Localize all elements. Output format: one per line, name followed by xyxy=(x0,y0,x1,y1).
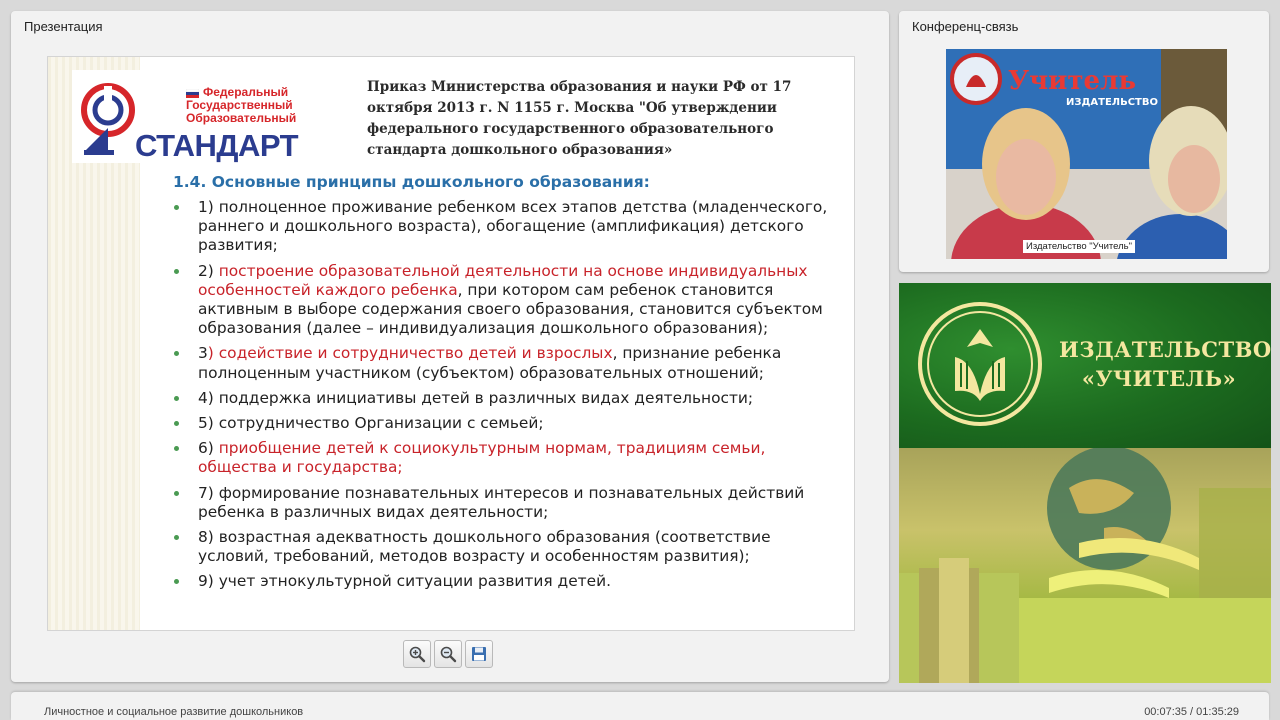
floppy-disk-icon xyxy=(472,647,486,661)
course-title: Личностное и социальное развитие дошколь… xyxy=(44,706,304,718)
list-item: 3) содействие и сотрудничество детей и в… xyxy=(173,344,833,382)
playback-time: 00:07:35 / 01:35:29 xyxy=(1144,706,1239,718)
list-item: 1) полноценное проживание ребенком всех … xyxy=(173,198,833,256)
player-footer: Личностное и социальное развитие дошколь… xyxy=(11,692,1269,720)
item-text: 7) формирование познавательных интересов… xyxy=(198,483,805,521)
publisher-name: ИЗДАТЕЛЬСТВО «УЧИТЕЛЬ» xyxy=(1059,335,1271,393)
item-text: 4) поддержка инициативы детей в различны… xyxy=(198,388,754,407)
list-item: 9) учет этнокультурной ситуации развития… xyxy=(173,572,833,591)
banner-green-area: ИЗДАТЕЛЬСТВО «УЧИТЕЛЬ» xyxy=(899,283,1271,448)
fgos-logo: Федеральный Государственный Образователь… xyxy=(72,70,312,163)
zoom-in-icon xyxy=(409,646,426,663)
principles-list: 1) полноценное проживание ребенком всех … xyxy=(173,198,833,598)
backdrop-subtext: ИЗДАТЕЛЬСТВО xyxy=(1066,97,1158,108)
list-item: 6) приобщение детей к социокультурным но… xyxy=(173,439,833,477)
list-item: 2) построение образовательной деятельнос… xyxy=(173,262,833,339)
slide-heading: Приказ Министерства образования и науки … xyxy=(367,79,792,158)
zoom-in-button[interactable] xyxy=(403,640,431,668)
publisher-name-line2: «УЧИТЕЛЬ» xyxy=(1081,366,1237,391)
fgos-emblem-icon xyxy=(81,83,135,155)
item-text: 8) возрастная адекватность дошкольного о… xyxy=(198,528,771,566)
item-text: 3 xyxy=(198,344,208,363)
video-feed[interactable]: Учитель ИЗДАТЕЛЬСТВО Издательство "Учите… xyxy=(946,49,1227,259)
backdrop-text: Учитель xyxy=(1008,66,1136,96)
conference-panel-title: Конференц-связь xyxy=(912,19,1019,34)
item-text: 1) полноценное проживание ребенком всех … xyxy=(198,198,828,255)
zoom-out-icon xyxy=(440,646,457,663)
video-label: Издательство "Учитель" xyxy=(1023,240,1136,253)
item-text: 2) xyxy=(198,261,219,280)
item-text: 6) xyxy=(198,439,219,458)
save-button[interactable] xyxy=(465,640,493,668)
books-globe-icon xyxy=(899,448,1271,683)
item-text: 9) учет этнокультурной ситуации развития… xyxy=(198,572,611,591)
presentation-panel: Презентация Федеральный Государственный … xyxy=(11,11,889,682)
zoom-out-button[interactable] xyxy=(434,640,462,668)
conference-panel: Конференц-связь Учитель ИЗДАТЕЛЬСТВО Изд… xyxy=(899,11,1269,272)
list-item: 7) формирование познавательных интересов… xyxy=(173,484,833,522)
item-text: 5) сотрудничество Организации с семьей; xyxy=(198,414,544,433)
banner-books-image xyxy=(899,448,1271,683)
publisher-name-line1: ИЗДАТЕЛЬСТВО xyxy=(1059,337,1271,362)
publisher-banner: ИЗДАТЕЛЬСТВО «УЧИТЕЛЬ» xyxy=(899,283,1271,683)
logo-text-lines: Федеральный Государственный Образователь… xyxy=(186,86,296,125)
item-highlight: ) содействие и сотрудничество детей и вз… xyxy=(207,344,613,363)
list-item: 5) сотрудничество Организации с семьей; xyxy=(173,414,833,433)
publisher-emblem-icon xyxy=(918,302,1042,426)
list-item: 8) возрастная адекватность дошкольного о… xyxy=(173,528,833,566)
slide-toolbar xyxy=(403,640,493,668)
video-frame-image: Учитель ИЗДАТЕЛЬСТВО xyxy=(946,49,1227,259)
list-item: 4) поддержка инициативы детей в различны… xyxy=(173,389,833,408)
principles-title: 1.4. Основные принципы дошкольного образ… xyxy=(173,173,650,191)
presentation-panel-title: Презентация xyxy=(24,19,103,34)
logo-line-3: Образовательный xyxy=(186,111,297,125)
item-highlight: приобщение детей к социокультурным норма… xyxy=(198,439,766,477)
logo-word: СТАНДАРТ xyxy=(135,128,299,163)
presentation-slide: Федеральный Государственный Образователь… xyxy=(47,56,855,631)
